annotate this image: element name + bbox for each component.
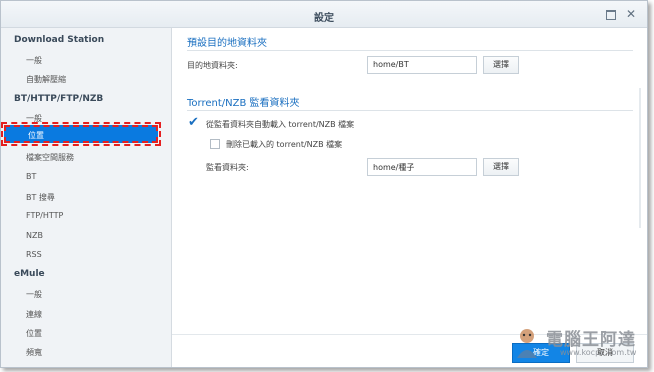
sidebar: Download Station 一般 自動解壓縮 BT/HTTP/FTP/NZ… [1, 28, 172, 367]
watermark-text: 電腦王阿達 [546, 330, 636, 350]
maximize-icon[interactable] [605, 8, 617, 20]
sidebar-item-label: 位置 [28, 131, 44, 140]
auto-load-checkbox[interactable]: ✔ [188, 116, 199, 129]
sidebar-group-emule: eMule [14, 269, 45, 279]
window-title: 設定 [314, 13, 334, 24]
sidebar-item-bandwidth[interactable]: 頻寬 [26, 347, 42, 358]
divider [187, 110, 633, 111]
sidebar-group-bt-http-ftp-nzb: BT/HTTP/FTP/NZB [14, 94, 104, 104]
scrollbar[interactable] [639, 88, 641, 228]
sidebar-item-emule-general[interactable]: 一般 [26, 289, 42, 300]
choose-watch-folder-button[interactable]: 選擇 [483, 158, 519, 176]
sidebar-item-connection[interactable]: 連線 [26, 309, 42, 320]
title-bar: 設定 ✕ [1, 1, 647, 28]
watermark-logo-icon [517, 329, 537, 358]
sidebar-item-file-hosting[interactable]: 檔案空間服務 [26, 152, 74, 163]
sidebar-group-download-station: Download Station [14, 35, 105, 45]
delete-loaded-checkbox[interactable] [210, 139, 220, 149]
watermark-url: www.kocpc.com.tw [560, 348, 637, 357]
destination-folder-label: 目的地資料夾: [187, 61, 238, 70]
watch-folder-label: 監看資料夾: [206, 163, 249, 172]
sidebar-item-rss[interactable]: RSS [26, 250, 42, 259]
destination-folder-input[interactable]: home/BT [367, 56, 477, 74]
choose-destination-button[interactable]: 選擇 [483, 56, 519, 74]
sidebar-item-bt[interactable]: BT [26, 172, 36, 181]
watch-folder-input[interactable]: home/種子 [367, 158, 477, 176]
sidebar-item-ftp-http[interactable]: FTP/HTTP [26, 211, 63, 220]
settings-window: 設定 ✕ Download Station 一般 自動解壓縮 BT/HTTP/F… [0, 0, 648, 368]
auto-load-label: 從監看資料夾自動載入 torrent/NZB 檔案 [206, 120, 355, 129]
sidebar-item-auto-extract[interactable]: 自動解壓縮 [26, 74, 66, 85]
divider [187, 50, 633, 51]
watermark: 電腦王阿達 www.kocpc.com.tw [512, 322, 648, 366]
delete-loaded-label: 刪除已載入的 torrent/NZB 檔案 [226, 140, 343, 149]
sidebar-item-bt-search[interactable]: BT 搜尋 [26, 192, 55, 203]
sidebar-item-general[interactable]: 一般 [26, 55, 42, 66]
sidebar-item-nzb[interactable]: NZB [26, 231, 43, 240]
section-title-default-destination: 預設目的地資料夾 [187, 38, 267, 49]
main-panel: 預設目的地資料夾 目的地資料夾: home/BT 選擇 Torrent/NZB … [172, 28, 647, 367]
section-title-watch-folder: Torrent/NZB 監看資料夾 [187, 98, 300, 109]
sidebar-item-location[interactable]: 位置 [4, 125, 158, 143]
close-icon[interactable]: ✕ [625, 8, 637, 20]
sidebar-item-emule-location[interactable]: 位置 [26, 328, 42, 339]
